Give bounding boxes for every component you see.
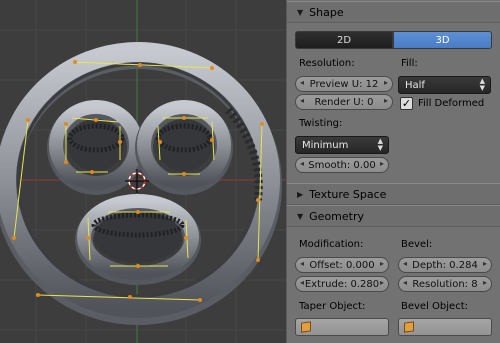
- increment-arrow-icon[interactable]: ▸: [380, 278, 384, 287]
- 3d-viewport[interactable]: [0, 0, 286, 343]
- decrement-arrow-icon[interactable]: ◂: [300, 278, 304, 287]
- up-down-arrows-icon: ▲ ▼: [479, 77, 485, 92]
- extrude-value: Extrude: 0.280: [304, 278, 380, 290]
- triangle-down-icon: ▼: [297, 211, 304, 221]
- twisting-label: Twisting:: [299, 118, 343, 129]
- offset-value: Offset: 0.000: [309, 259, 375, 271]
- render-u-field[interactable]: ◂ Render U: 0 ▸: [295, 94, 393, 110]
- fill-deformed-label: Fill Deformed: [418, 98, 485, 109]
- increment-arrow-icon[interactable]: ▸: [384, 96, 388, 105]
- fill-dropdown[interactable]: Half ▲ ▼: [398, 76, 491, 94]
- decrement-arrow-icon[interactable]: ◂: [300, 159, 304, 168]
- extrude-field[interactable]: ◂ Extrude: 0.280 ▸: [295, 276, 389, 292]
- bevel-object-label: Bevel Object:: [401, 301, 468, 312]
- bevel-depth-value: Depth: 0.284: [412, 259, 478, 271]
- increment-arrow-icon[interactable]: ▸: [380, 159, 384, 168]
- texture-space-section-header[interactable]: ▶ Texture Space: [287, 183, 500, 205]
- checkmark-icon: ✓: [401, 97, 412, 110]
- bevel-depth-field[interactable]: ◂ Depth: 0.284 ▸: [398, 257, 492, 273]
- shape-header-label: Shape: [309, 5, 344, 19]
- fill-label: Fill:: [401, 58, 418, 69]
- bevel-resolution-field[interactable]: ◂ Resolution: 8 ▸: [398, 276, 492, 292]
- triangle-down-icon: ▼: [297, 7, 304, 17]
- properties-panel: ▼ Shape 2D 3D Resolution: Fill: ◂ Previe…: [286, 0, 500, 343]
- resolution-label: Resolution:: [299, 58, 355, 69]
- twisting-dropdown[interactable]: Minimum ▲ ▼: [295, 136, 389, 154]
- bevel-object-field[interactable]: [398, 318, 492, 336]
- up-down-arrows-icon: ▲ ▼: [377, 137, 383, 152]
- modification-label: Modification:: [299, 239, 364, 250]
- object-cube-icon: [301, 321, 311, 333]
- mode-3d-label: 3D: [435, 34, 450, 46]
- texture-space-header-label: Texture Space: [309, 187, 387, 201]
- twisting-dropdown-value: Minimum: [302, 139, 349, 151]
- increment-arrow-icon[interactable]: ▸: [384, 78, 388, 87]
- smooth-field[interactable]: ◂ Smooth: 0.00 ▸: [295, 157, 389, 173]
- decrement-arrow-icon[interactable]: ◂: [300, 96, 304, 105]
- decrement-arrow-icon[interactable]: ◂: [300, 259, 304, 268]
- shape-section-header[interactable]: ▼ Shape: [287, 1, 500, 23]
- triangle-right-icon: ▶: [297, 189, 304, 199]
- offset-field[interactable]: ◂ Offset: 0.000 ▸: [295, 257, 389, 273]
- decrement-arrow-icon[interactable]: ◂: [403, 259, 407, 268]
- preview-u-field[interactable]: ◂ Preview U: 12 ▸: [295, 76, 393, 92]
- taper-object-field[interactable]: [295, 318, 389, 336]
- increment-arrow-icon[interactable]: ▸: [483, 278, 487, 287]
- preview-u-value: Preview U: 12: [309, 78, 379, 90]
- fill-deformed-checkbox[interactable]: ✓: [400, 97, 413, 110]
- render-u-value: Render U: 0: [314, 96, 374, 108]
- decrement-arrow-icon[interactable]: ◂: [300, 78, 304, 87]
- smooth-value: Smooth: 0.00: [308, 159, 376, 171]
- increment-arrow-icon[interactable]: ▸: [380, 259, 384, 268]
- bevel-resolution-value: Resolution: 8: [412, 278, 478, 290]
- geometry-section-header[interactable]: ▼ Geometry: [287, 205, 500, 227]
- decrement-arrow-icon[interactable]: ◂: [403, 278, 407, 287]
- object-cube-icon: [404, 321, 414, 333]
- bevel-label: Bevel:: [401, 239, 433, 250]
- fill-dropdown-value: Half: [405, 79, 425, 91]
- mode-2d-label: 2D: [336, 34, 352, 46]
- increment-arrow-icon[interactable]: ▸: [483, 259, 487, 268]
- mode-3d-button[interactable]: 3D: [393, 31, 492, 49]
- mode-2d-button[interactable]: 2D: [295, 31, 393, 49]
- taper-object-label: Taper Object:: [299, 301, 366, 312]
- geometry-header-label: Geometry: [309, 209, 365, 223]
- viewport-canvas[interactable]: [0, 0, 286, 343]
